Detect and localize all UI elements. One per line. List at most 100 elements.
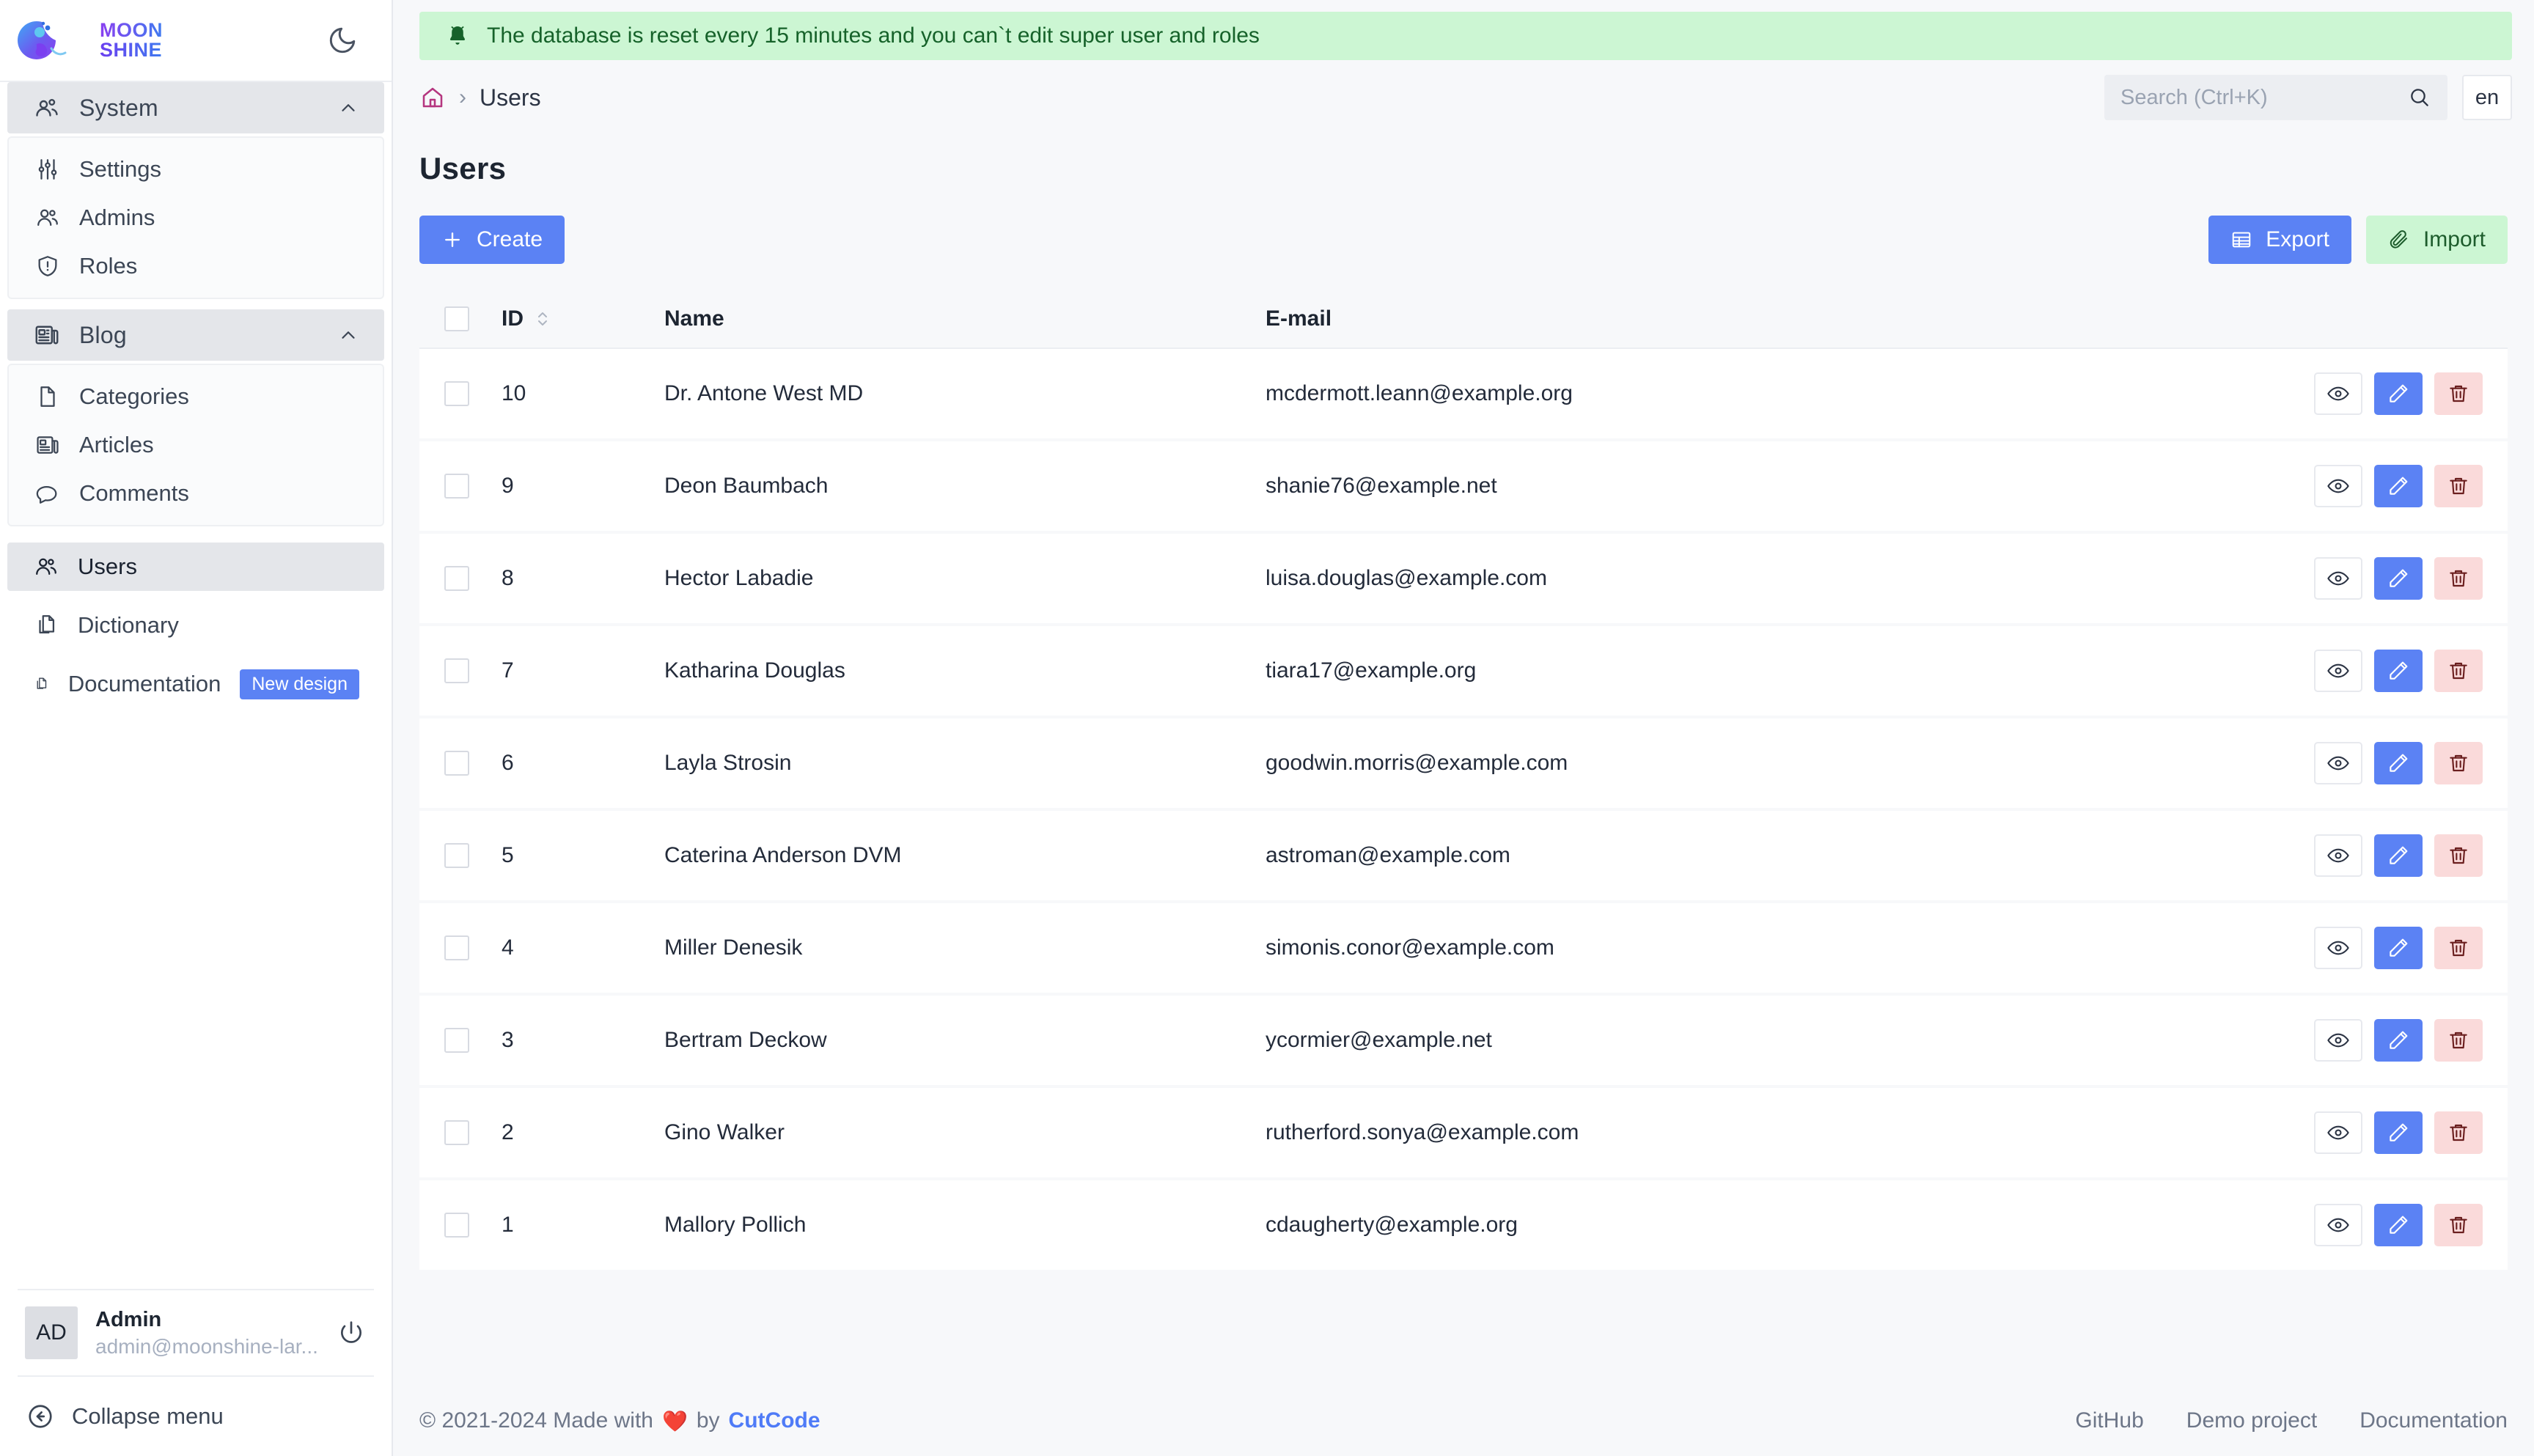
footer-copyright: © 2021-2024 Made with ❤️ by CutCode: [419, 1408, 820, 1433]
moon-icon[interactable]: [327, 25, 358, 56]
sidebar-header: MOON SHINE: [0, 0, 392, 81]
row-edit-button[interactable]: [2374, 372, 2423, 415]
row-edit-button[interactable]: [2374, 834, 2423, 877]
row-checkbox[interactable]: [444, 474, 469, 499]
row-edit-button[interactable]: [2374, 1111, 2423, 1154]
row-select-cell: [419, 902, 502, 994]
cell-email: luisa.douglas@example.com: [1266, 566, 1547, 590]
pencil-icon: [2390, 846, 2408, 864]
row-edit-button[interactable]: [2374, 927, 2423, 969]
search-icon[interactable]: [2408, 86, 2431, 109]
sidebar-user-card[interactable]: AD Admin admin@moonshine-lar...: [0, 1290, 392, 1375]
row-view-button[interactable]: [2314, 1019, 2362, 1062]
row-action-group: [2185, 465, 2508, 507]
row-checkbox[interactable]: [444, 843, 469, 868]
sidebar-item-documentation[interactable]: Documentation New design: [7, 660, 384, 708]
plus-icon: [445, 232, 460, 247]
row-edit-button[interactable]: [2374, 1204, 2423, 1246]
row-checkbox[interactable]: [444, 566, 469, 591]
cell-email: simonis.conor@example.com: [1266, 935, 1554, 960]
row-edit-button[interactable]: [2374, 650, 2423, 692]
cell-actions: [2185, 348, 2508, 440]
row-delete-button[interactable]: [2434, 927, 2483, 969]
row-view-button[interactable]: [2314, 372, 2362, 415]
sidebar-user-email: admin@moonshine-lar...: [95, 1334, 318, 1358]
sidebar-item-articles[interactable]: Articles: [9, 421, 383, 469]
row-checkbox[interactable]: [444, 1120, 469, 1145]
import-button[interactable]: Import: [2365, 216, 2508, 264]
sidebar-item-dictionary[interactable]: Dictionary: [7, 601, 384, 650]
trash-icon: [2450, 1124, 2467, 1141]
row-edit-button[interactable]: [2374, 742, 2423, 784]
home-icon[interactable]: [419, 84, 446, 111]
cell-actions: [2185, 625, 2508, 717]
row-delete-button[interactable]: [2434, 1204, 2483, 1246]
heart-icon: ❤️: [661, 1409, 688, 1433]
create-button[interactable]: Create: [419, 216, 565, 264]
collapse-menu-button[interactable]: Collapse menu: [0, 1377, 392, 1456]
sidebar-group-system-items: Settings Admins Roles: [7, 136, 384, 299]
row-select-cell: [419, 994, 502, 1087]
sidebar-group-system[interactable]: System: [7, 82, 384, 133]
row-edit-button[interactable]: [2374, 465, 2423, 507]
export-button[interactable]: Export: [2208, 216, 2351, 264]
chevron-up-icon[interactable]: [337, 324, 359, 346]
row-checkbox[interactable]: [444, 381, 469, 406]
sidebar-group-blog[interactable]: Blog: [7, 309, 384, 361]
trash-icon: [2450, 385, 2467, 402]
footer-brand-link[interactable]: CutCode: [729, 1408, 820, 1433]
table-row: 2 Gino Walker rutherford.sonya@example.com: [419, 1087, 2508, 1179]
row-view-button[interactable]: [2314, 465, 2362, 507]
power-icon[interactable]: [337, 1319, 365, 1347]
row-select-cell: [419, 532, 502, 625]
pencil-icon: [2390, 754, 2408, 772]
row-select-cell: [419, 809, 502, 902]
search-box[interactable]: [2104, 75, 2447, 120]
cell-name: Hector Labadie: [664, 566, 814, 590]
footer-link-documentation[interactable]: Documentation: [2359, 1408, 2508, 1433]
sidebar-item-categories[interactable]: Categories: [9, 372, 383, 421]
sidebar-item-comments[interactable]: Comments: [9, 469, 383, 518]
pencil-icon: [2390, 477, 2408, 495]
row-delete-button[interactable]: [2434, 742, 2483, 784]
sidebar-item-settings[interactable]: Settings: [9, 145, 383, 194]
row-checkbox[interactable]: [444, 935, 469, 960]
chevron-up-icon[interactable]: [337, 97, 359, 119]
select-all-checkbox[interactable]: [444, 306, 469, 331]
language-switcher[interactable]: en: [2462, 75, 2512, 120]
row-checkbox[interactable]: [444, 1028, 469, 1053]
row-view-button[interactable]: [2314, 834, 2362, 877]
eye-icon: [2327, 1033, 2349, 1048]
search-input[interactable]: [2120, 85, 2401, 110]
row-view-button[interactable]: [2314, 927, 2362, 969]
import-button-label: Import: [2423, 227, 2486, 251]
row-view-button[interactable]: [2314, 557, 2362, 600]
row-checkbox[interactable]: [444, 658, 469, 683]
eye-icon: [2327, 479, 2349, 493]
row-delete-button[interactable]: [2434, 650, 2483, 692]
row-view-button[interactable]: [2314, 1204, 2362, 1246]
footer-link-github[interactable]: GitHub: [2075, 1408, 2143, 1433]
sidebar-item-admins[interactable]: Admins: [9, 194, 383, 242]
row-checkbox[interactable]: [444, 751, 469, 776]
row-edit-button[interactable]: [2374, 557, 2423, 600]
sidebar-item-roles[interactable]: Roles: [9, 242, 383, 290]
row-view-button[interactable]: [2314, 650, 2362, 692]
row-view-button[interactable]: [2314, 742, 2362, 784]
row-view-button[interactable]: [2314, 1111, 2362, 1154]
row-checkbox[interactable]: [444, 1213, 469, 1238]
sort-icon[interactable]: [534, 309, 551, 329]
footer-link-demo-project[interactable]: Demo project: [2186, 1408, 2317, 1433]
row-delete-button[interactable]: [2434, 1019, 2483, 1062]
row-delete-button[interactable]: [2434, 1111, 2483, 1154]
row-delete-button[interactable]: [2434, 465, 2483, 507]
row-delete-button[interactable]: [2434, 557, 2483, 600]
row-delete-button[interactable]: [2434, 834, 2483, 877]
row-delete-button[interactable]: [2434, 372, 2483, 415]
app-logo[interactable]: MOON SHINE: [18, 12, 163, 69]
row-edit-button[interactable]: [2374, 1019, 2423, 1062]
row-select-cell: [419, 625, 502, 717]
sidebar-item-users[interactable]: Users: [7, 543, 384, 591]
column-header-id[interactable]: ID: [502, 290, 664, 349]
trash-icon: [2450, 570, 2467, 587]
